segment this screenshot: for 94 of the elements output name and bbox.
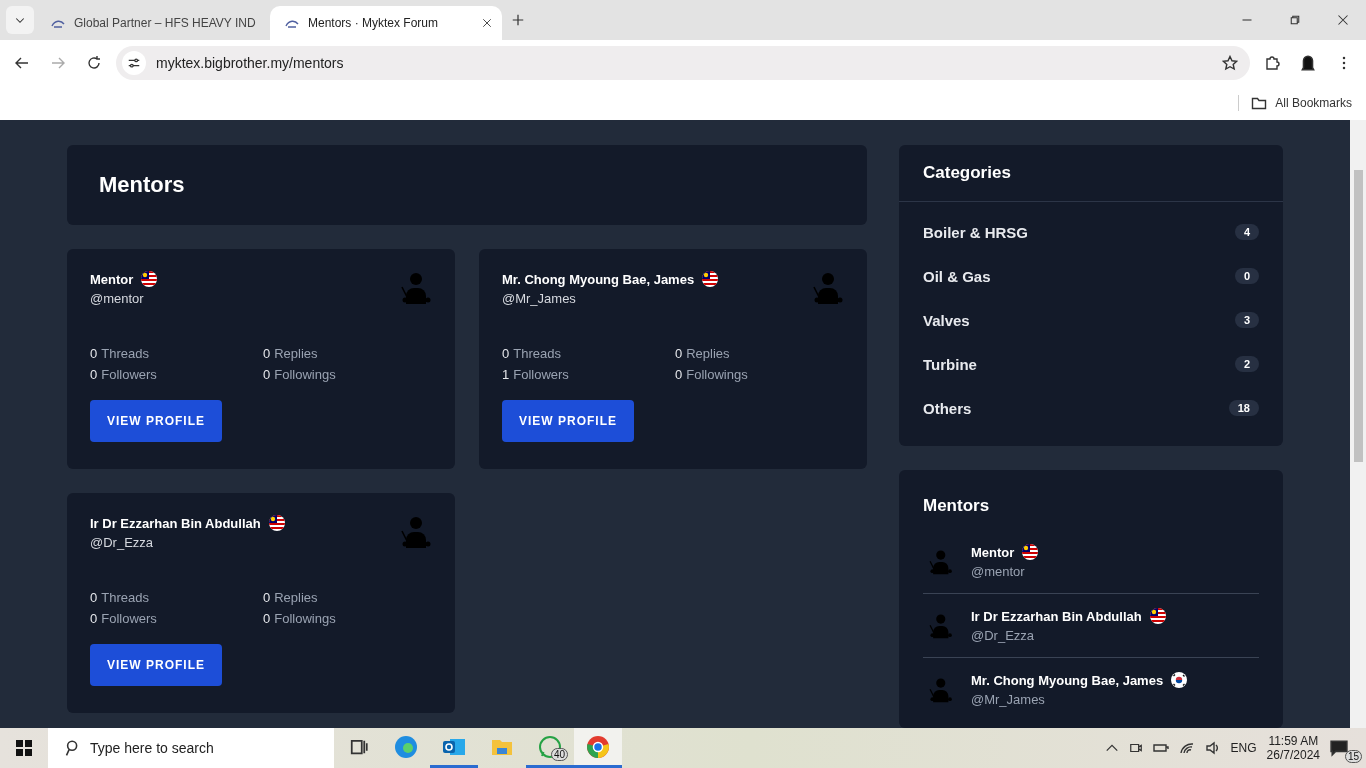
- category-link[interactable]: Valves: [923, 311, 970, 329]
- forward-arrow-icon: [50, 55, 66, 71]
- malaysia-flag-icon: [141, 271, 158, 287]
- stat-count: 0: [263, 590, 271, 605]
- malaysia-flag-icon: [268, 515, 285, 531]
- taskbar-search-field[interactable]: Type here to search: [48, 728, 334, 768]
- browser-tab[interactable]: Mentors · Myktex Forum: [270, 6, 502, 40]
- stat-label: Replies: [274, 590, 318, 605]
- mentor-name: Mr. Chong Myoung Bae, James: [502, 271, 695, 287]
- stat-count: 0: [90, 346, 98, 361]
- stat-label: Followers: [513, 367, 569, 382]
- stat-count: 0: [263, 611, 271, 626]
- reload-icon: [86, 55, 102, 71]
- stat-count: 0: [675, 346, 683, 361]
- windows-logo-icon: [16, 740, 32, 756]
- view-profile-button[interactable]: VIEW PROFILE: [90, 400, 222, 442]
- stat-count: 0: [675, 367, 683, 382]
- stat-label: Threads: [513, 346, 561, 361]
- count-badge: 18: [1228, 400, 1259, 416]
- malaysia-flag-icon: [1022, 544, 1039, 560]
- stat-count: 0: [90, 590, 98, 605]
- mentor-handle: @Dr_Ezza: [90, 535, 155, 550]
- star-icon: [1222, 55, 1238, 71]
- stat-label: Followers: [101, 367, 157, 382]
- stat-count: 0: [263, 367, 271, 382]
- stat-label: Threads: [101, 346, 149, 361]
- stat-count: 0: [90, 367, 98, 382]
- category-link[interactable]: Others: [923, 399, 972, 417]
- mentor-avatar-icon: [398, 515, 432, 549]
- mentor-avatar-icon: [398, 271, 432, 305]
- taskbar-app[interactable]: [574, 728, 622, 768]
- category-link[interactable]: Oil & Gas: [923, 267, 991, 285]
- korea-flag-icon: [1171, 672, 1188, 688]
- mentor-handle: @Mr_James: [971, 692, 1046, 707]
- mentor-name[interactable]: Mr. Chong Myoung Bae, James: [971, 672, 1164, 688]
- count-badge: 2: [1234, 356, 1259, 372]
- wifi-icon: [1178, 740, 1195, 756]
- url-text: myktex.bigbrother.my/mentors: [156, 55, 345, 71]
- language-indicator[interactable]: ENG: [1230, 741, 1257, 755]
- mentor-handle: @Dr_Ezza: [971, 628, 1036, 643]
- stat-label: Replies: [274, 346, 318, 361]
- category-link[interactable]: Turbine: [923, 355, 977, 373]
- stat-label: Followings: [274, 367, 336, 382]
- chrome-icon: [586, 734, 610, 759]
- mentor-name[interactable]: Ir Dr Ezzarhan Bin Abdullah: [971, 608, 1142, 624]
- count-badge: 0: [1234, 268, 1259, 284]
- mentor-avatar-icon: [810, 271, 844, 305]
- camera-icon: [1128, 741, 1143, 755]
- stat-count: 0: [263, 346, 271, 361]
- site-settings-icon: [127, 56, 141, 70]
- mentor-handle: @Mr_James: [502, 291, 577, 306]
- panel-title: Categories: [923, 163, 1012, 183]
- category-link[interactable]: Boiler & HRSG: [923, 223, 1028, 241]
- stat-count: 0: [502, 346, 510, 361]
- puzzle-icon: [1264, 55, 1280, 71]
- count-badge: 3: [1234, 312, 1259, 328]
- malaysia-flag-icon: [1149, 608, 1166, 624]
- stat-label: Followings: [274, 611, 336, 626]
- folder-icon: [1251, 95, 1268, 111]
- plus-icon: [511, 13, 525, 27]
- browser-tab[interactable]: Global Partner – HFS HEAVY IND: [36, 6, 268, 40]
- page-title: Mentors: [99, 172, 185, 198]
- stat-count: 0: [90, 611, 98, 626]
- address-bar[interactable]: myktex.bigbrother.my/mentors: [116, 46, 1250, 80]
- back-arrow-icon: [14, 55, 30, 71]
- mentor-handle: @mentor: [90, 291, 145, 306]
- mentor-avatar-icon: [927, 676, 953, 703]
- unread-badge: 40: [550, 748, 568, 761]
- search-placeholder: Type here to search: [90, 740, 214, 756]
- mentor-handle: @mentor: [971, 564, 1026, 579]
- mentor-avatar-icon: [927, 548, 953, 575]
- restore-icon: [1289, 14, 1301, 26]
- mentor-name: Ir Dr Ezzarhan Bin Abdullah: [90, 515, 261, 531]
- close-icon: [1337, 14, 1349, 26]
- scrollbar[interactable]: [1350, 120, 1366, 728]
- mentor-name: Mentor: [90, 271, 134, 287]
- chat-icon: [1330, 739, 1348, 757]
- stat-label: Replies: [686, 346, 730, 361]
- stat-count: 1: [502, 367, 510, 382]
- view-profile-button[interactable]: VIEW PROFILE: [90, 644, 222, 686]
- mentor-name[interactable]: Mentor: [971, 544, 1015, 560]
- notification-count: 15: [1344, 750, 1362, 763]
- panel-title: Mentors: [923, 496, 991, 516]
- stat-label: Threads: [101, 590, 149, 605]
- view-profile-button[interactable]: VIEW PROFILE: [502, 400, 634, 442]
- count-badge: 4: [1234, 224, 1259, 240]
- bookmarks-folder[interactable]: All Bookmarks: [1238, 95, 1352, 111]
- close-icon: [482, 18, 492, 28]
- stat-label: Followers: [101, 611, 157, 626]
- malaysia-flag-icon: [702, 271, 719, 287]
- stat-label: Followings: [686, 367, 748, 382]
- speaker-icon: [1204, 740, 1221, 756]
- mentor-avatar-icon: [927, 612, 953, 639]
- clock[interactable]: 11:59 AM 26/7/2024: [1266, 734, 1320, 762]
